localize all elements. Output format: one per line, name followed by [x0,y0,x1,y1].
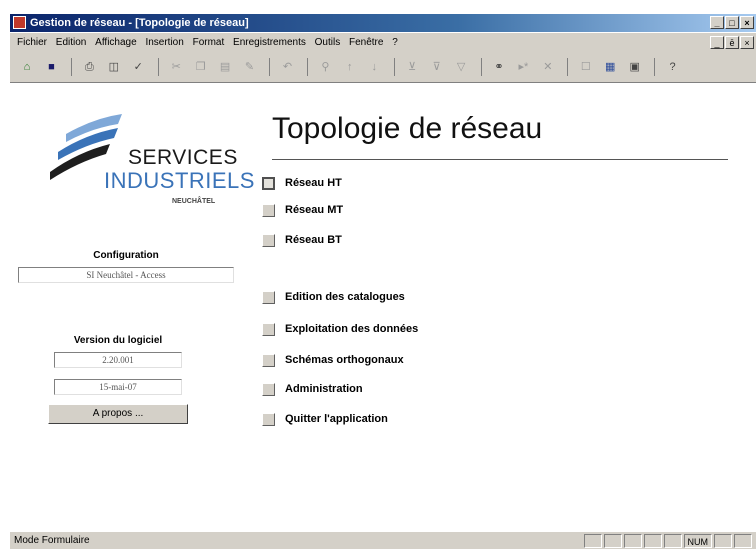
option-exploitation-donnees[interactable]: Exploitation des données [262,321,418,337]
toolbar-separator [268,58,270,76]
print-icon[interactable]: ⎙ [80,58,98,76]
option-administration[interactable]: Administration [262,381,363,397]
properties-icon[interactable]: ☐ [577,58,595,76]
configuration-label: Configuration [93,250,159,261]
app-icon[interactable] [13,16,26,29]
delete-record-icon[interactable]: ✕ [539,58,557,76]
title-divider [272,159,728,160]
menu-fichier[interactable]: Fichier [14,33,50,53]
title-bar: Gestion de réseau - [Topologie de réseau… [10,14,756,32]
status-panel [603,534,622,548]
cut-icon[interactable]: ✂ [167,58,185,76]
edition-catalogues-button[interactable] [262,290,275,304]
option-schemas-orthogonaux[interactable]: Schémas orthogonaux [262,352,404,368]
help-icon[interactable]: ? [664,58,682,76]
database-window-icon[interactable]: ▦ [601,58,619,76]
toolbar-separator [393,58,395,76]
status-panel [663,534,682,548]
toolbar-separator [567,58,569,76]
doc-close-button[interactable]: × [740,36,754,49]
schemas-orthogonaux-button[interactable] [262,353,275,367]
status-panel [583,534,602,548]
about-button[interactable]: A propos ... [48,404,188,424]
option-label: Réseau MT [285,204,344,216]
status-num-indicator: NUM [683,534,712,548]
insert-hyperlink-icon[interactable]: ⚲ [316,58,334,76]
option-label: Réseau BT [285,234,342,246]
toolbar-separator [654,58,656,76]
option-edition-catalogues[interactable]: Edition des catalogues [262,289,405,305]
status-bar: Mode Formulaire NUM [10,531,756,549]
option-label: Quitter l'application [285,413,388,425]
print-preview-icon[interactable]: ◫ [105,58,123,76]
logo-text-city: NEUCHÂTEL [172,198,216,205]
menu-edition[interactable]: Edition [53,33,90,53]
option-label: Administration [285,383,363,395]
paste-icon[interactable]: ▤ [216,58,234,76]
status-panel [643,534,662,548]
option-label: Exploitation des données [285,323,419,335]
option-reseau-bt[interactable]: Réseau BT [262,232,342,248]
toolbar-separator [70,58,72,76]
sort-ascending-icon[interactable]: ↑ [341,58,359,76]
status-panel [714,534,732,548]
page-title: Topologie de réseau [272,112,543,145]
filter-by-selection-icon[interactable]: ⊻ [403,58,421,76]
new-object-icon[interactable]: ▣ [626,58,644,76]
menu-fenetre[interactable]: Fenêtre [346,33,386,53]
exploitation-donnees-button[interactable] [262,322,275,336]
copy-icon[interactable]: ❐ [192,58,210,76]
reseau-ht-button[interactable] [262,176,275,190]
toolbar-separator [480,58,482,76]
apply-filter-icon[interactable]: ▽ [452,58,470,76]
reseau-mt-button[interactable] [262,203,275,217]
spelling-icon[interactable]: ✓ [129,58,147,76]
status-panel [623,534,642,548]
toolbar-separator [306,58,308,76]
option-quitter[interactable]: Quitter l'application [262,411,388,427]
configuration-field: SI Neuchâtel - Access [18,267,234,283]
version-date-field: 15-mai-07 [54,379,182,395]
option-label: Réseau HT [285,177,342,189]
design-view-icon[interactable]: ⌂ [18,58,36,76]
form-area: SERVICES INDUSTRIELS NEUCHÂTEL Configura… [10,84,756,530]
doc-minimize-button[interactable]: _ [710,36,724,49]
option-label: Schémas orthogonaux [285,354,404,366]
menu-affichage[interactable]: Affichage [92,33,140,53]
option-label: Edition des catalogues [285,291,405,303]
quitter-button[interactable] [262,412,275,426]
reseau-bt-button[interactable] [262,233,275,247]
status-mode: Mode Formulaire [14,535,90,546]
menu-bar: Fichier Edition Affichage Insertion Form… [10,33,756,53]
menu-enregistrements[interactable]: Enregistrements [230,33,309,53]
administration-button[interactable] [262,382,275,396]
close-button[interactable]: × [740,16,754,29]
menu-outils[interactable]: Outils [312,33,344,53]
find-icon[interactable]: ⚭ [490,58,508,76]
menu-insertion[interactable]: Insertion [142,33,186,53]
version-number-field: 2.20.001 [54,352,182,368]
status-panel [734,534,752,548]
format-painter-icon[interactable]: ✎ [241,58,259,76]
filter-by-form-icon[interactable]: ⊽ [428,58,446,76]
minimize-button[interactable]: _ [710,16,724,29]
logo-text-industriels: INDUSTRIELS [104,168,255,193]
option-reseau-ht[interactable]: Réseau HT [262,175,342,191]
sort-descending-icon[interactable]: ↓ [365,58,383,76]
toolbar-separator [157,58,159,76]
menu-help[interactable]: ? [389,33,401,53]
logo-text-services: SERVICES [128,146,238,169]
option-reseau-mt[interactable]: Réseau MT [262,202,343,218]
save-icon[interactable]: ■ [42,58,60,76]
version-label: Version du logiciel [73,335,163,346]
toolbar: ⌂ ■ ⎙ ◫ ✓ ✂ ❐ ▤ ✎ ↶ ⚲ ↑ ↓ ⊻ ⊽ ▽ ⚭ ▸* ✕ ☐… [10,53,756,83]
doc-restore-button[interactable]: ē [725,36,739,49]
undo-icon[interactable]: ↶ [278,58,296,76]
logo: SERVICES INDUSTRIELS NEUCHÂTEL [46,112,254,207]
new-record-icon[interactable]: ▸* [514,58,532,76]
maximize-button[interactable]: □ [725,16,739,29]
window-title: Gestion de réseau - [Topologie de réseau… [30,17,249,29]
menu-format[interactable]: Format [190,33,228,53]
